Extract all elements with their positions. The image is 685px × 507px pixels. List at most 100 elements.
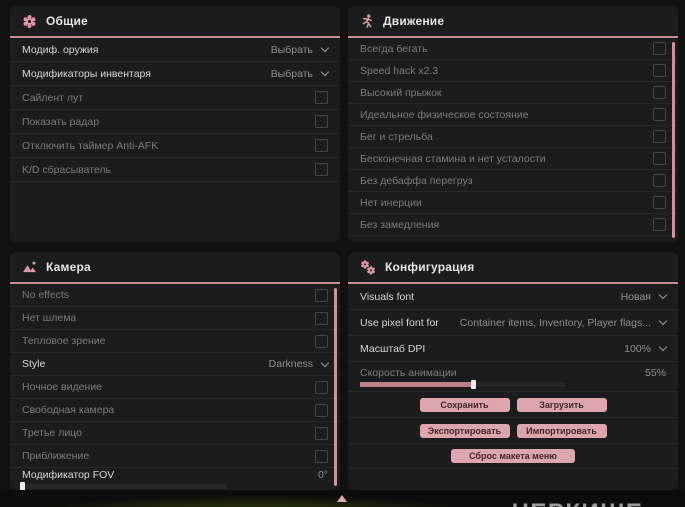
checkbox[interactable] [653, 64, 666, 77]
panel-general: Общие Модиф. оружия Выбрать Модификаторы… [10, 6, 340, 242]
checkbox[interactable] [315, 139, 328, 152]
gear-icon [22, 14, 37, 29]
setting-row-third-person[interactable]: Третье лицо [10, 422, 340, 445]
setting-row-inventory-mods: Модификаторы инвентаря Выбрать [10, 62, 340, 86]
checkbox[interactable] [653, 152, 666, 165]
chevron-down-icon [658, 316, 668, 326]
setting-label: Масштаб DPI [360, 342, 426, 355]
slider-handle[interactable] [470, 379, 476, 389]
setting-label: Сайлент лут [22, 91, 84, 104]
setting-label: Высокий прыжок [360, 86, 442, 99]
setting-label: Бег и стрельба [360, 130, 433, 143]
setting-row-perfect-condition[interactable]: Идеальное физическое состояние [348, 104, 678, 126]
setting-label: Visuals font [360, 290, 415, 303]
panel-config: Конфигурация Visuals font Новая Use pixe… [348, 252, 678, 490]
reset-menu-layout-button[interactable]: Сброс макета меню [451, 449, 575, 463]
runner-icon [360, 13, 374, 29]
setting-label: Отключить таймер Anti-AFK [22, 139, 159, 152]
setting-label: Модификатор FOV [22, 469, 115, 481]
setting-row-pixel-font: Use pixel font for Container items, Inve… [348, 310, 678, 336]
visuals-font-dropdown[interactable]: Новая [620, 290, 668, 303]
setting-row-animation-speed: Скорость анимации 55% [348, 362, 678, 392]
setting-row-show-radar[interactable]: Показать радар [10, 110, 340, 134]
fov-value: 0° [317, 469, 328, 481]
setting-row-always-run[interactable]: Всегда бегать [348, 38, 678, 60]
dropdown-value: Выбрать [270, 43, 313, 56]
load-button[interactable]: Загрузить [516, 397, 607, 412]
setting-row-zoom[interactable]: Приближение [10, 445, 340, 468]
checkbox[interactable] [653, 130, 666, 143]
setting-label: Всегда бегать [360, 42, 428, 55]
setting-row-no-inertia[interactable]: Нет инерции [348, 192, 678, 214]
pixel-font-dropdown[interactable]: Container items, Inventory, Player flags… [459, 316, 668, 329]
checkbox[interactable] [315, 426, 328, 440]
setting-row-infinite-stamina[interactable]: Бесконечная стамина и нет усталости [348, 148, 678, 170]
checkbox[interactable] [315, 91, 328, 104]
panel-title: Камера [46, 260, 91, 274]
dropdown-value: Новая [620, 290, 651, 303]
checkbox[interactable] [315, 380, 328, 394]
setting-row-silent-loot[interactable]: Сайлент лут [10, 86, 340, 110]
setting-row-no-overload-debuff[interactable]: Без дебаффа перегруз [348, 170, 678, 192]
setting-row-fov-modifier: Модификатор FOV 0° [10, 468, 340, 491]
setting-label: Скорость анимации [360, 366, 457, 379]
checkbox[interactable] [315, 403, 328, 417]
setting-row-night-vision[interactable]: Ночное видение [10, 376, 340, 399]
green-glow [30, 496, 480, 507]
checkbox[interactable] [653, 196, 666, 209]
dropdown-value: Выбрать [270, 67, 313, 80]
setting-row-run-and-shoot[interactable]: Бег и стрельба [348, 126, 678, 148]
setting-row-anti-afk[interactable]: Отключить таймер Anti-AFK [10, 134, 340, 158]
animation-speed-slider[interactable] [360, 379, 565, 389]
checkbox[interactable] [315, 334, 328, 348]
fov-slider[interactable] [20, 482, 227, 491]
checkbox[interactable] [315, 163, 328, 176]
setting-label: Use pixel font for [360, 316, 439, 329]
setting-row-no-effects[interactable]: No effects [10, 284, 340, 307]
save-button[interactable]: Сохранить [419, 397, 510, 412]
setting-label: No effects [22, 289, 70, 301]
setting-label: Идеальное физическое состояние [360, 108, 529, 121]
setting-row-thermal-vision[interactable]: Тепловое зрение [10, 330, 340, 353]
camera-scrollbar[interactable] [334, 288, 337, 486]
panel-title: Конфигурация [385, 260, 475, 274]
dropdown-value: Container items, Inventory, Player flags… [459, 316, 651, 329]
movement-scrollbar[interactable] [672, 42, 675, 238]
setting-label: Без дебаффа перегруз [360, 174, 473, 187]
setting-label: Тепловое зрение [22, 335, 106, 347]
style-dropdown[interactable]: Darkness [269, 358, 330, 370]
setting-row-speed-hack[interactable]: Speed hack x2.3 [348, 60, 678, 82]
setting-label: Нет инерции [360, 196, 422, 209]
setting-row-free-camera[interactable]: Свободная камера [10, 399, 340, 422]
dpi-scale-dropdown[interactable]: 100% [624, 342, 668, 355]
setting-row-no-helmet[interactable]: Нет шлема [10, 307, 340, 330]
panel-general-header: Общие [10, 6, 340, 38]
checkbox[interactable] [315, 288, 328, 302]
config-button-row-2: Экспортировать Импортировать [348, 418, 678, 444]
checkbox[interactable] [653, 42, 666, 55]
setting-row-no-slowdown[interactable]: Без замедления [348, 214, 678, 236]
checkbox[interactable] [315, 115, 328, 128]
animation-speed-value: 55% [644, 366, 666, 379]
checkbox[interactable] [653, 218, 666, 231]
weapon-mod-dropdown[interactable]: Выбрать [270, 43, 330, 56]
setting-label: Модификаторы инвентаря [22, 67, 151, 80]
checkbox[interactable] [653, 174, 666, 187]
checkbox[interactable] [653, 108, 666, 121]
checkbox[interactable] [653, 86, 666, 99]
panel-title: Движение [383, 14, 445, 28]
inventory-mods-dropdown[interactable]: Выбрать [270, 67, 330, 80]
checkbox[interactable] [315, 449, 328, 463]
setting-label: Speed hack x2.3 [360, 64, 439, 77]
setting-label: Бесконечная стамина и нет усталости [360, 152, 546, 165]
dropdown-value: 100% [624, 342, 651, 355]
setting-label: Ночное видение [22, 381, 102, 393]
checkbox[interactable] [315, 311, 328, 325]
chevron-down-icon [658, 290, 668, 300]
import-button[interactable]: Импортировать [516, 423, 607, 438]
setting-row-kd-reset[interactable]: K/D сбрасыватель [10, 158, 340, 182]
setting-label: Приближение [22, 450, 90, 462]
export-button[interactable]: Экспортировать [419, 423, 510, 438]
setting-row-visuals-font: Visuals font Новая [348, 284, 678, 310]
setting-row-high-jump[interactable]: Высокий прыжок [348, 82, 678, 104]
